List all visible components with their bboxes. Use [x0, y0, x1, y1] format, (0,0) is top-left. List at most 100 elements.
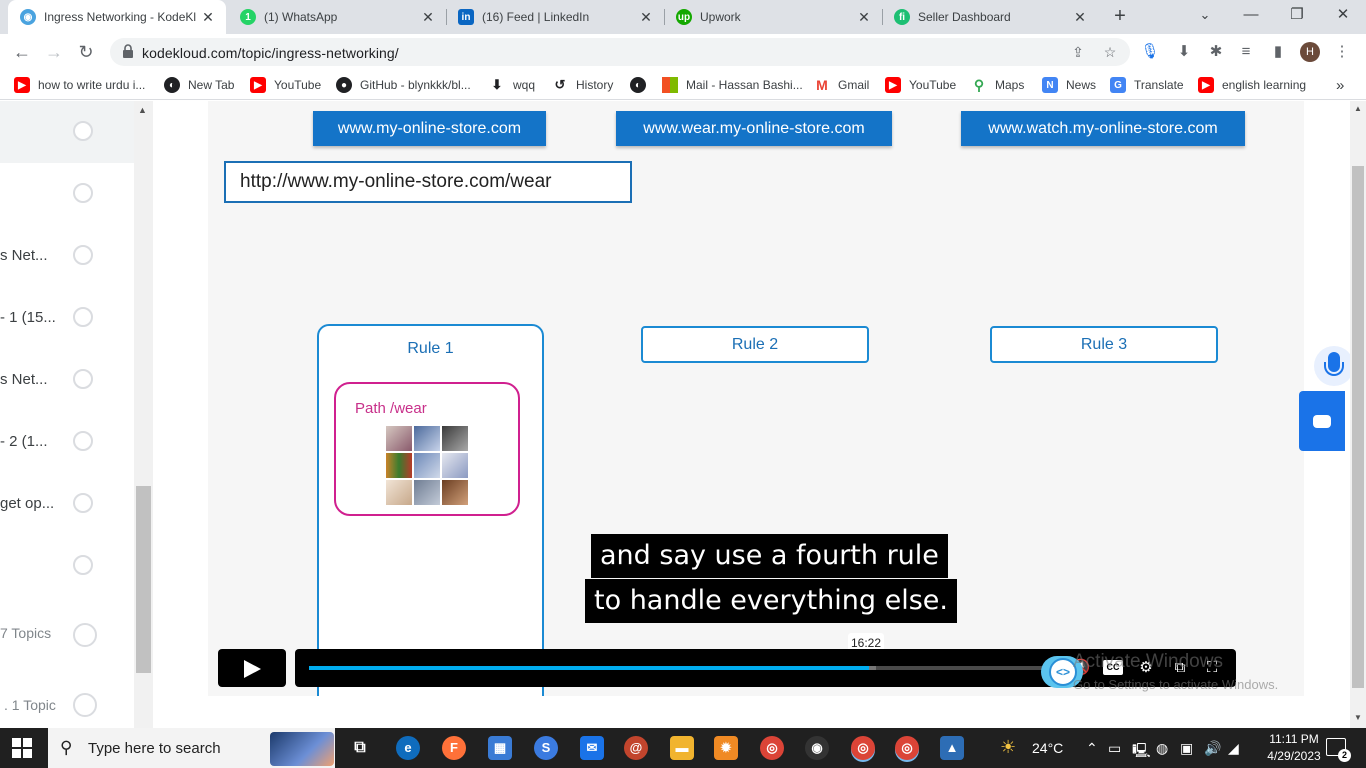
chrome-icon[interactable]: ◎ [760, 736, 784, 760]
meet-tray-icon[interactable]: ▣ [1180, 740, 1193, 757]
bookmark-item[interactable]: ⬇ wqq [489, 76, 535, 94]
bookmark-item[interactable]: ⚲ Maps [971, 76, 1024, 94]
bookmark-item[interactable]: ◐ [630, 76, 654, 94]
scroll-up-arrow-icon[interactable]: ▲ [138, 105, 147, 115]
tab-linkedin[interactable]: in (16) Feed | LinkedIn ✕ [446, 0, 664, 34]
sidebar-topic-item[interactable]: s Net... [0, 225, 134, 287]
task-view-icon[interactable]: ⧉ [348, 736, 372, 760]
completion-circle-icon[interactable] [73, 693, 97, 717]
close-tab-icon[interactable]: ✕ [1072, 9, 1088, 26]
minimize-button[interactable]: — [1228, 0, 1274, 30]
sidebar-topic-item[interactable] [0, 535, 134, 597]
forward-arrow-icon[interactable]: → [40, 38, 68, 66]
bookmark-item[interactable]: ▶ how to write urdu i... [14, 76, 145, 94]
completion-circle-icon[interactable] [73, 245, 93, 265]
bookmark-item[interactable]: N News [1042, 76, 1096, 94]
skype-icon[interactable]: S [534, 736, 558, 760]
taskbar-clock[interactable]: 11:11 PM 4/29/2023 [1254, 731, 1334, 765]
scroll-up-arrow-icon[interactable]: ▲ [1354, 104, 1362, 113]
tab-whatsapp[interactable]: 1 (1) WhatsApp ✕ [228, 0, 446, 34]
sidebar-topic-item[interactable] [0, 101, 134, 163]
voice-search-icon[interactable]: 🎙 [1140, 42, 1160, 62]
weather-icon[interactable]: ☀ [1000, 737, 1016, 758]
sidebar-topic-item[interactable]: - 1 (15... [0, 287, 134, 349]
tray-chevron-icon[interactable]: ⌃ [1086, 740, 1098, 757]
progress-bar[interactable] [309, 666, 1055, 670]
sidebar-section-item[interactable]: . 1 Topic [0, 675, 134, 728]
camera-tray-icon[interactable]: ◍ [1156, 740, 1168, 757]
completion-circle-icon[interactable] [73, 369, 93, 389]
address-bar[interactable]: kodekloud.com/topic/ingress-networking/ … [110, 38, 1130, 66]
completion-circle-icon[interactable] [73, 431, 93, 451]
network-icon[interactable]: 🖳 [1132, 740, 1151, 764]
volume-icon[interactable]: 🔊 [1204, 740, 1221, 757]
bookmark-item[interactable]: ▶ YouTube [250, 76, 321, 94]
video-player[interactable]: www.my-online-store.com www.wear.my-onli… [208, 101, 1304, 696]
snail-app-icon[interactable]: @ [624, 736, 648, 760]
reload-icon[interactable]: ↻ [72, 38, 100, 66]
wifi-icon[interactable]: ◢ [1228, 740, 1239, 757]
bookmark-item[interactable]: M Gmail [814, 76, 869, 94]
battery-icon[interactable]: ▭ [1108, 740, 1121, 757]
completion-circle-icon[interactable] [73, 623, 97, 647]
extensions-puzzle-icon[interactable]: ✱ [1206, 42, 1226, 62]
reading-list-icon[interactable]: ≡ [1236, 42, 1256, 62]
bookmark-star-icon[interactable]: ☆ [1102, 44, 1118, 60]
close-tab-icon[interactable]: ✕ [638, 9, 654, 26]
url-text[interactable]: kodekloud.com/topic/ingress-networking/ [142, 45, 399, 61]
scrollbar-thumb[interactable] [1352, 166, 1364, 688]
sidebar-topic-item[interactable]: s Net... [0, 349, 134, 411]
sidebar-topic-item[interactable]: get op... [0, 473, 134, 535]
camera-app-icon[interactable]: ◉ [805, 736, 829, 760]
settings-app-icon[interactable]: ✹ [714, 736, 738, 760]
back-arrow-icon[interactable]: ← [8, 38, 36, 66]
bookmark-item[interactable]: ↺ History [552, 76, 614, 94]
close-tab-icon[interactable]: ✕ [200, 9, 216, 26]
extension-download-icon[interactable]: ⬇ [1174, 42, 1194, 62]
play-button[interactable] [218, 649, 286, 687]
close-tab-icon[interactable]: ✕ [856, 9, 872, 26]
sidebar-topic-item[interactable]: - 2 (1... [0, 411, 134, 473]
completion-circle-icon[interactable] [73, 307, 93, 327]
bookmark-item[interactable]: Mail - Hassan Bashi... [662, 76, 803, 94]
mail-icon[interactable]: ✉ [580, 736, 604, 760]
sidebar-scrollbar[interactable]: ▲ [134, 101, 153, 728]
notification-center-icon[interactable]: 2 [1326, 738, 1351, 762]
bookmark-item[interactable]: ▶ YouTube [885, 76, 956, 94]
weather-temp[interactable]: 24°C [1032, 740, 1063, 756]
file-explorer-icon[interactable]: ▬ [670, 736, 694, 760]
firefox-icon[interactable]: F [442, 736, 466, 760]
scrollbar-thumb[interactable] [136, 486, 151, 673]
bookmark-item[interactable]: ◐ New Tab [164, 76, 234, 94]
tab-upwork[interactable]: up Upwork ✕ [664, 0, 882, 34]
share-icon[interactable]: ⇪ [1070, 44, 1086, 60]
bookmark-item[interactable]: ▶ english learning [1198, 76, 1306, 94]
chrome-profile-icon[interactable]: ◎ [895, 736, 919, 760]
completion-circle-icon[interactable] [73, 555, 93, 575]
profile-avatar[interactable]: H [1300, 42, 1320, 62]
taskbar-search[interactable]: ⚲ Type here to search [48, 728, 335, 768]
completion-circle-icon[interactable] [73, 121, 93, 141]
completion-circle-icon[interactable] [73, 183, 93, 203]
photos-icon[interactable]: ▲ [940, 736, 964, 760]
bookmark-item[interactable]: ● GitHub - blynkkk/bl... [336, 76, 471, 94]
close-window-button[interactable]: ✕ [1320, 0, 1366, 30]
chrome-profile-icon[interactable]: ◎ [851, 736, 875, 760]
tab-search-icon[interactable]: ⌄ [1182, 0, 1228, 30]
chat-bubble-button[interactable] [1299, 391, 1345, 451]
new-tab-button[interactable]: + [1108, 5, 1132, 29]
store-icon[interactable]: ▦ [488, 736, 512, 760]
voice-assistant-mic-icon[interactable] [1314, 346, 1354, 386]
windows-start-icon[interactable] [12, 738, 32, 758]
sidebar-section-item[interactable]: 7 Topics [0, 603, 134, 665]
edge-icon[interactable]: e [396, 736, 420, 760]
restore-button[interactable]: ❐ [1274, 0, 1320, 30]
tab-seller-dashboard[interactable]: fi Seller Dashboard ✕ [882, 0, 1098, 34]
menu-kebab-icon[interactable]: ⋮ [1332, 42, 1352, 62]
more-bookmarks-chevron-icon[interactable]: » [1336, 76, 1344, 94]
sidebar-topic-item[interactable] [0, 163, 134, 225]
completion-circle-icon[interactable] [73, 493, 93, 513]
scroll-down-arrow-icon[interactable]: ▼ [1354, 713, 1362, 722]
bookmark-item[interactable]: G Translate [1110, 76, 1184, 94]
tab-kodekloud[interactable]: ◉ Ingress Networking - KodeKl ✕ [8, 0, 226, 34]
